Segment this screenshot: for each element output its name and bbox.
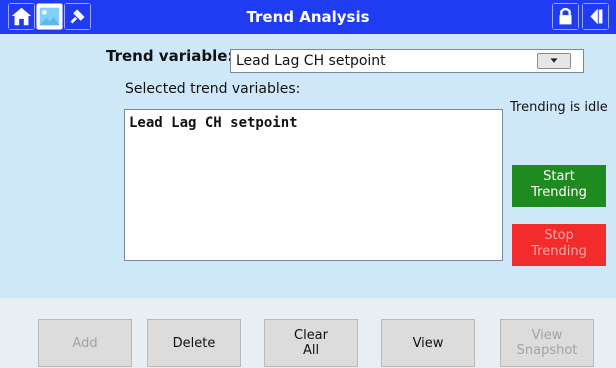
start-trending-label: Start Trending: [531, 169, 587, 200]
clear-all-button[interactable]: Clear All: [264, 319, 358, 367]
add-button[interactable]: Add: [38, 319, 132, 367]
home-button[interactable]: [8, 3, 35, 30]
back-button[interactable]: [582, 3, 609, 30]
view-snapshot-button[interactable]: View Snapshot: [500, 319, 594, 367]
trend-variable-value: Lead Lag CH setpoint: [236, 53, 386, 69]
lock-icon: [553, 4, 578, 29]
pin-icon: [65, 4, 90, 29]
trending-status: Trending is idle: [510, 100, 608, 115]
picture-icon: [37, 4, 62, 29]
home-icon: [9, 4, 34, 29]
pin-button[interactable]: [64, 3, 91, 30]
delete-button[interactable]: Delete: [147, 319, 241, 367]
dropdown-button[interactable]: [537, 53, 571, 69]
selected-variables-list[interactable]: Lead Lag CH setpoint: [124, 109, 503, 261]
trend-variable-select[interactable]: Lead Lag CH setpoint: [230, 49, 584, 73]
title-bar: Trend Analysis: [0, 0, 616, 34]
view-button[interactable]: View: [381, 319, 475, 367]
page-title: Trend Analysis: [246, 8, 370, 26]
stop-trending-label: Stop Trending: [531, 228, 587, 259]
start-trending-button[interactable]: Start Trending: [512, 165, 606, 207]
back-icon: [583, 4, 608, 29]
lock-button[interactable]: [552, 3, 579, 30]
image-button[interactable]: [36, 3, 63, 30]
list-item[interactable]: Lead Lag CH setpoint: [129, 115, 298, 131]
stop-trending-button[interactable]: Stop Trending: [512, 224, 606, 266]
chevron-down-icon: [550, 58, 558, 63]
trend-variable-label: Trend variable:: [106, 47, 234, 65]
selected-variables-label: Selected trend variables:: [125, 81, 301, 97]
